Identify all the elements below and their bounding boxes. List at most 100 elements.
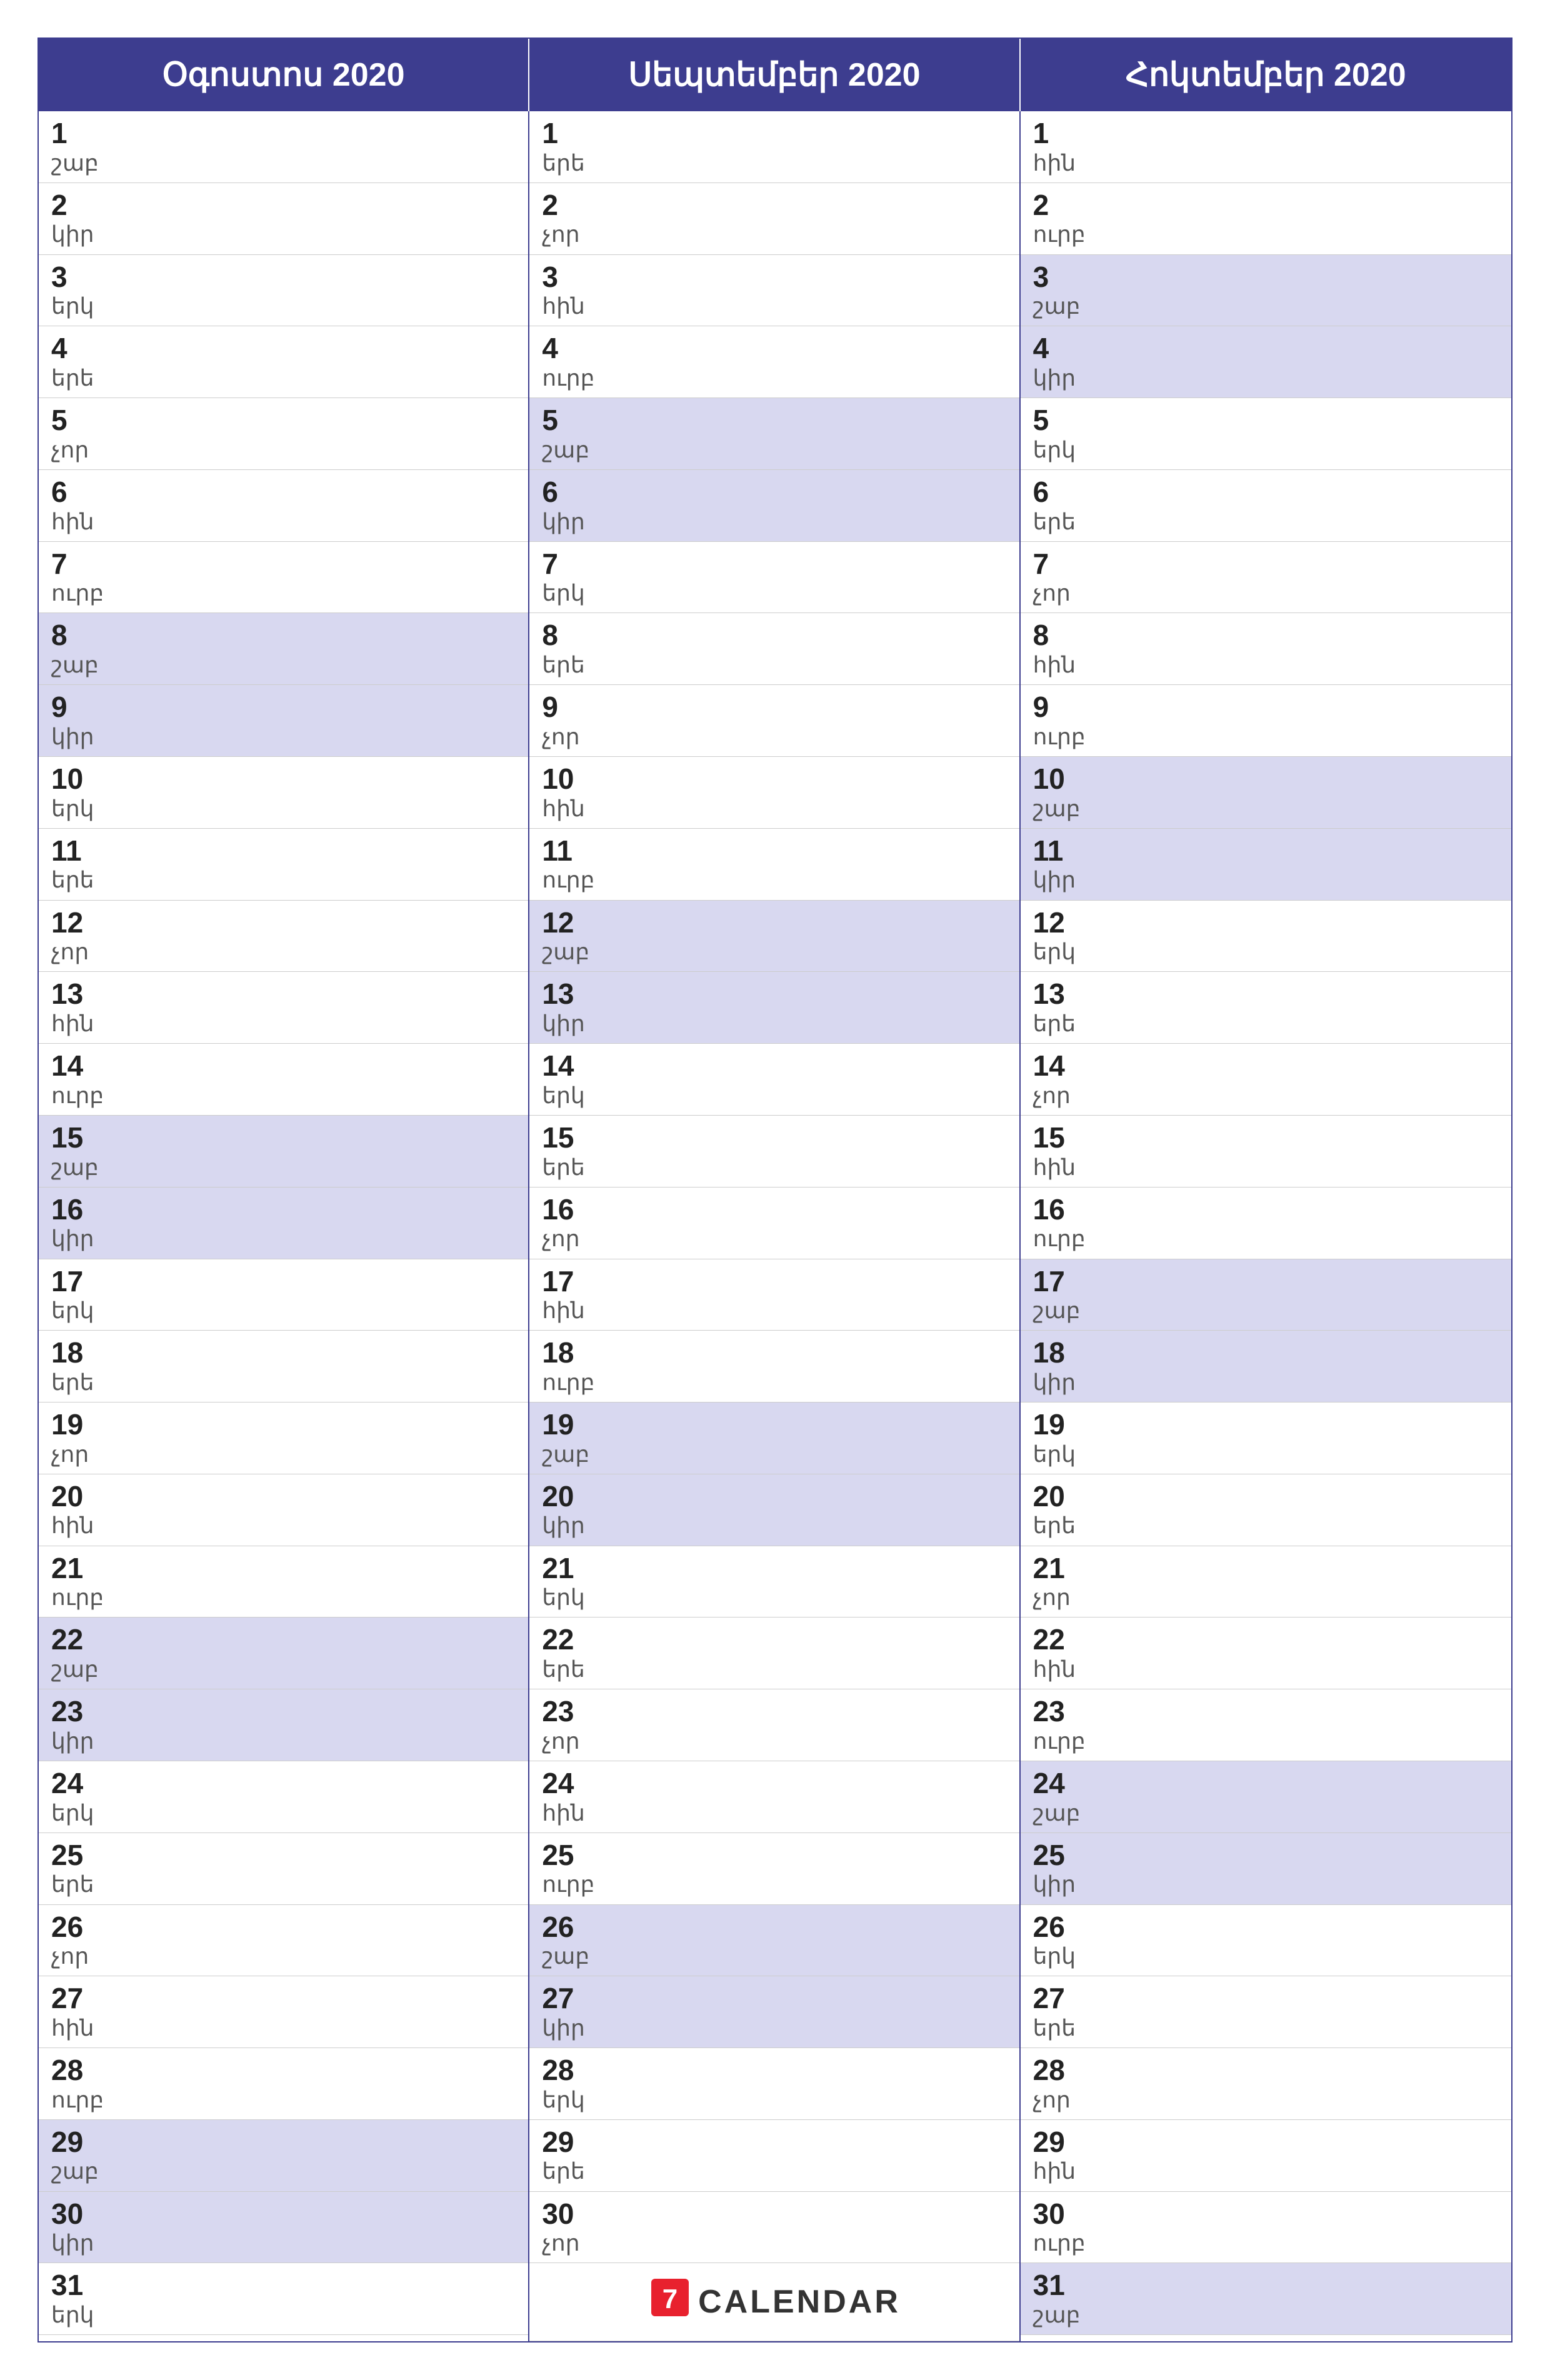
day-name: երկ: [51, 2301, 516, 2328]
day-row: 11կիր: [1021, 829, 1511, 901]
day-row: 13հին: [39, 972, 528, 1044]
day-row: 8երե: [529, 613, 1019, 685]
month-header-0: Օգոստոս 2020: [39, 39, 529, 111]
calendar-icon: 7: [648, 2276, 692, 2328]
day-number: 9: [1033, 691, 1499, 723]
day-name: չոր: [542, 221, 1006, 248]
day-number: 14: [1033, 1050, 1499, 1082]
day-name: երե: [1033, 508, 1499, 535]
day-row: 6հին: [39, 470, 528, 542]
day-row: 25կիր: [1021, 1833, 1511, 1905]
day-name: ուրբ: [542, 1369, 1006, 1396]
day-number: 29: [51, 2126, 516, 2158]
day-name: չոր: [542, 1225, 1006, 1252]
day-row: 12երկ: [1021, 901, 1511, 972]
day-name: չոր: [51, 436, 516, 463]
day-number: 30: [1033, 2198, 1499, 2230]
day-row: 17հին: [529, 1259, 1019, 1331]
calendar-header: Օգոստոս 2020Սեպտեմբեր 2020Հոկտեմբեր 2020: [39, 39, 1511, 111]
day-number: 24: [542, 1768, 1006, 1799]
day-number: 3: [51, 261, 516, 293]
day-number: 31: [1033, 2269, 1499, 2301]
day-row: 10երկ: [39, 757, 528, 829]
day-name: շաբ: [1033, 1799, 1499, 1826]
day-name: երե: [542, 651, 1006, 678]
day-number: 28: [542, 2054, 1006, 2086]
day-row: 16ուրբ: [1021, 1188, 1511, 1259]
day-row: 1հին: [1021, 111, 1511, 183]
day-number: 29: [1033, 2126, 1499, 2158]
day-name: հին: [1033, 1656, 1499, 1682]
day-name: հին: [1033, 2158, 1499, 2184]
day-name: հին: [1033, 1154, 1499, 1181]
day-row: 15երե: [529, 1116, 1019, 1188]
day-row: 29հին: [1021, 2120, 1511, 2192]
day-row: 22հին: [1021, 1618, 1511, 1689]
day-row: 3հին: [529, 255, 1019, 327]
day-number: 12: [1033, 907, 1499, 939]
day-number: 6: [542, 476, 1006, 508]
day-name: երկ: [1033, 436, 1499, 463]
day-number: 3: [1033, 261, 1499, 293]
month-header-1: Սեպտեմբեր 2020: [529, 39, 1020, 111]
day-name: հին: [51, 1512, 516, 1539]
day-row: 5երկ: [1021, 398, 1511, 470]
day-row: 23չոր: [529, 1689, 1019, 1761]
day-name: երե: [51, 364, 516, 391]
day-number: 21: [542, 1552, 1006, 1584]
day-name: հին: [51, 1010, 516, 1037]
day-number: 28: [51, 2054, 516, 2086]
day-row: 28երկ: [529, 2048, 1019, 2120]
day-name: ուրբ: [1033, 221, 1499, 248]
svg-text:7: 7: [662, 2284, 678, 2314]
day-name: կիր: [51, 723, 516, 750]
day-row: 12չոր: [39, 901, 528, 972]
day-row: 13կիր: [529, 972, 1019, 1044]
day-row: 29շաբ: [39, 2120, 528, 2192]
day-row: 20երե: [1021, 1474, 1511, 1546]
day-row: 8հին: [1021, 613, 1511, 685]
day-number: 19: [1033, 1409, 1499, 1441]
day-number: 16: [51, 1194, 516, 1226]
day-row: 5շաբ: [529, 398, 1019, 470]
day-name: շաբ: [51, 1656, 516, 1682]
day-name: հին: [542, 795, 1006, 822]
day-name: չոր: [51, 1441, 516, 1468]
day-row: 28չոր: [1021, 2048, 1511, 2120]
day-number: 26: [51, 1911, 516, 1943]
calendar-logo-text: CALENDAR: [698, 2283, 901, 2321]
day-row: 19չոր: [39, 1402, 528, 1474]
day-row: 4կիր: [1021, 326, 1511, 398]
day-number: 4: [51, 332, 516, 364]
day-number: 14: [51, 1050, 516, 1082]
day-row: 25երե: [39, 1833, 528, 1905]
day-row: 30կիր: [39, 2192, 528, 2264]
day-name: երկ: [51, 1799, 516, 1826]
day-number: 9: [542, 691, 1006, 723]
day-row: 17երկ: [39, 1259, 528, 1331]
day-row: 23կիր: [39, 1689, 528, 1761]
day-number: 29: [542, 2126, 1006, 2158]
day-number: 2: [1033, 189, 1499, 221]
day-name: շաբ: [542, 1441, 1006, 1468]
day-number: 21: [51, 1552, 516, 1584]
day-name: շաբ: [51, 149, 516, 176]
day-name: կիր: [542, 1512, 1006, 1539]
day-number: 12: [542, 907, 1006, 939]
day-name: ուրբ: [542, 866, 1006, 893]
day-row: 4ուրբ: [529, 326, 1019, 398]
day-number: 22: [1033, 1624, 1499, 1656]
day-number: 16: [542, 1194, 1006, 1226]
day-name: ուրբ: [1033, 723, 1499, 750]
day-row: 21ուրբ: [39, 1546, 528, 1618]
day-name: չոր: [1033, 579, 1499, 606]
day-number: 26: [1033, 1911, 1499, 1943]
day-name: կիր: [542, 2014, 1006, 2041]
day-name: չոր: [51, 1942, 516, 1969]
day-name: հին: [542, 292, 1006, 319]
day-number: 5: [542, 404, 1006, 436]
day-number: 24: [51, 1768, 516, 1799]
day-name: երե: [542, 1656, 1006, 1682]
day-row: 2կիր: [39, 183, 528, 255]
day-row: 26չոր: [39, 1905, 528, 1977]
